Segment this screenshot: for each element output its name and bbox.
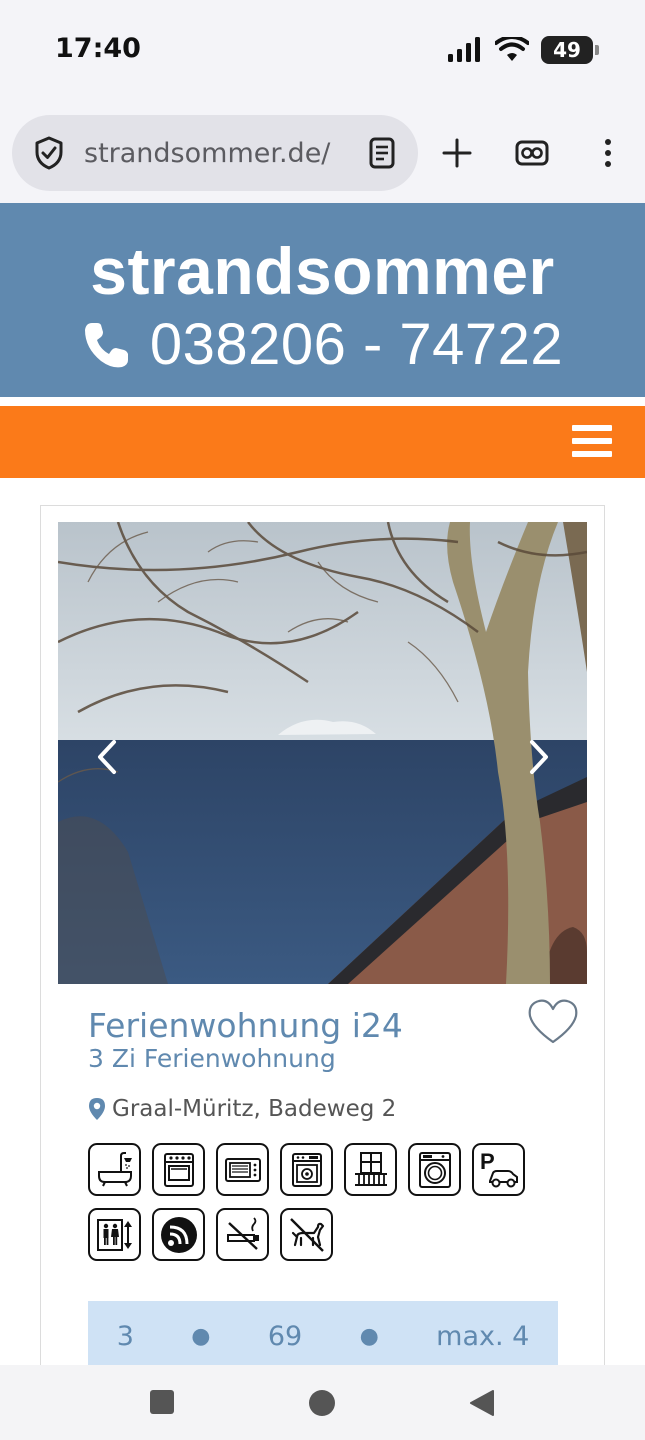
circle-icon [309, 1390, 335, 1416]
max-persons: max. 4 [436, 1320, 530, 1352]
chevron-left-icon [98, 740, 116, 774]
status-bar: 17:40 49 [0, 0, 645, 100]
balcony-icon [344, 1143, 397, 1196]
new-tab-button[interactable] [434, 130, 480, 176]
chevron-right-icon [530, 740, 548, 774]
address-bar[interactable]: strandsommer.de/ [12, 115, 418, 191]
site-header: strandsommer 038206 - 74722 [0, 203, 645, 397]
area-value: 69 [267, 1320, 303, 1352]
phone-link[interactable]: 038206 - 74722 [0, 311, 645, 378]
shield-icon[interactable] [34, 136, 64, 170]
more-vertical-icon [605, 139, 611, 167]
wifi-amenity-icon [152, 1208, 205, 1261]
listing-title[interactable]: Ferienwohnung i24 [88, 1006, 403, 1045]
navigation-bar [0, 406, 645, 478]
browser-toolbar: strandsommer.de/ [0, 100, 645, 203]
listing-photo[interactable] [58, 522, 587, 984]
status-time: 17:40 [55, 33, 141, 64]
address-text: Graal-Müritz, Badeweg 2 [112, 1096, 397, 1122]
carousel-prev-button[interactable] [92, 737, 122, 777]
no-pets-icon [280, 1208, 333, 1261]
dishwasher-icon [280, 1143, 333, 1196]
listing-subtitle: 3 Zi Ferienwohnung [88, 1044, 336, 1073]
separator-dot: ● [191, 1323, 211, 1349]
stove-icon [152, 1143, 205, 1196]
washing-machine-icon [408, 1143, 461, 1196]
wifi-icon [495, 37, 529, 61]
listing-address: Graal-Müritz, Badeweg 2 [88, 1096, 396, 1122]
system-navigation-bar [0, 1365, 645, 1440]
svg-text:P: P [480, 1149, 495, 1174]
url-text[interactable]: strandsommer.de/ [84, 138, 344, 169]
site-brand[interactable]: strandsommer [0, 233, 645, 309]
listing-card[interactable]: Ferienwohnung i24 3 Zi Ferienwohnung Gra… [40, 505, 605, 1405]
signal-icon [448, 37, 480, 62]
private-tabs-icon [515, 140, 549, 166]
microwave-icon [216, 1143, 269, 1196]
back-button[interactable] [467, 1388, 497, 1418]
elevator-icon [88, 1208, 141, 1261]
listing-facts-bar: 3 ● 69 ● max. 4 [88, 1301, 558, 1371]
carousel-next-button[interactable] [524, 737, 554, 777]
menu-bar [572, 425, 612, 431]
amenities-list: P [88, 1143, 548, 1261]
triangle-back-icon [470, 1390, 494, 1416]
status-icons: 49 [447, 36, 599, 64]
tabs-button[interactable] [509, 130, 555, 176]
menu-icon[interactable] [572, 425, 612, 461]
home-button[interactable] [307, 1388, 337, 1418]
sea-view-photo [58, 522, 587, 984]
browser-menu-button[interactable] [585, 130, 631, 176]
location-pin-icon [89, 1098, 105, 1120]
battery-indicator: 49 [541, 36, 599, 64]
parking-icon: P [472, 1143, 525, 1196]
square-icon [150, 1390, 174, 1414]
separator-dot: ● [359, 1323, 379, 1349]
no-smoking-icon [216, 1208, 269, 1261]
recents-button[interactable] [148, 1388, 178, 1418]
phone-icon [84, 322, 128, 367]
phone-number[interactable]: 038206 - 74722 [150, 311, 563, 378]
plus-icon [442, 138, 472, 168]
reader-mode-icon[interactable] [368, 137, 396, 169]
rooms-count: 3 [116, 1320, 134, 1352]
menu-bar [572, 438, 612, 444]
menu-bar [572, 451, 612, 457]
favorite-heart-icon[interactable] [527, 998, 579, 1046]
bathtub-shower-icon [88, 1143, 141, 1196]
